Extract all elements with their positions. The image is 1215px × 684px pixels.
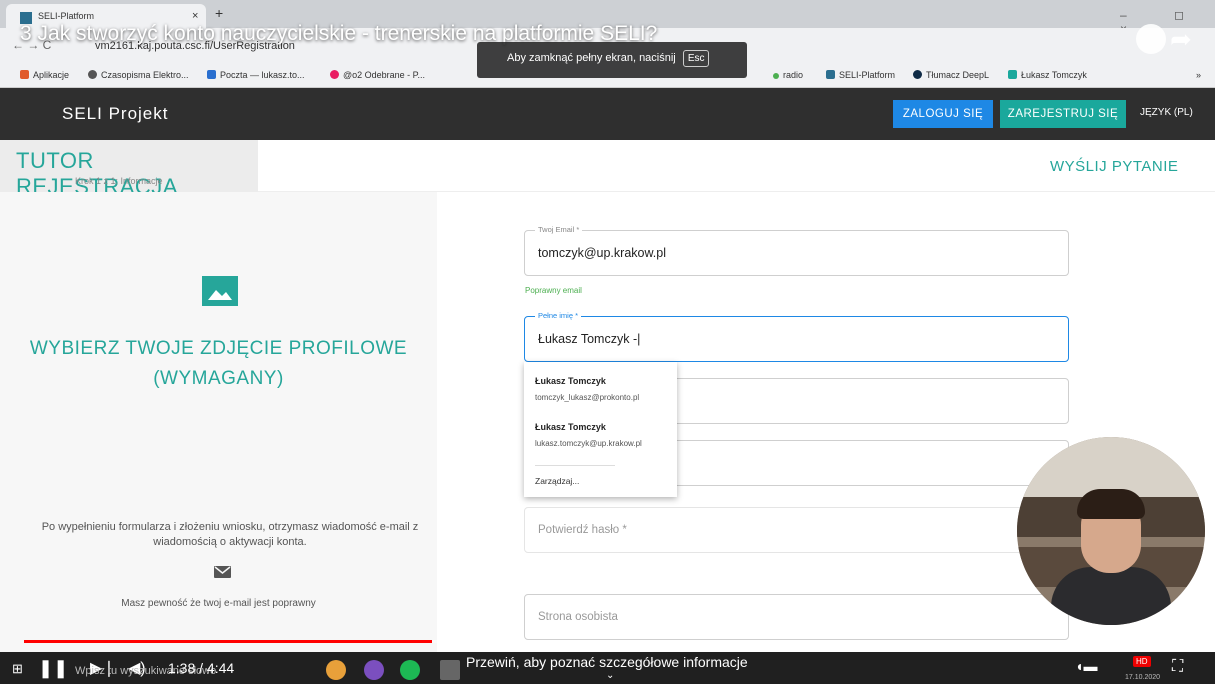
language-button[interactable]: JĘZYK (PL) — [1140, 107, 1193, 118]
chevron-down-icon[interactable]: ⌄ — [606, 670, 614, 681]
step-indicator: Krok 1 z 1: Informacje — [75, 176, 163, 186]
bookmarks-more[interactable]: » — [1196, 70, 1201, 80]
share-icon[interactable]: ➦ — [1170, 24, 1192, 55]
register-button[interactable]: ZAREJESTRUJ SIĘ — [1000, 100, 1126, 128]
cam-wall — [1017, 437, 1205, 497]
video-progress-fill — [24, 640, 433, 643]
video-controls: ⊞ ❚❚ ▶❘ ◀) Wpisz tu wyszukiwane słowo 1:… — [0, 652, 1215, 684]
email-label: Twoj Email * — [535, 225, 583, 234]
email-confirm-text: Masz pewność że twoj e-mail jest poprawn… — [121, 598, 316, 609]
bookmark-item[interactable]: Tłumacz DeepL — [913, 70, 989, 80]
email-field[interactable]: Twoj Email * tomczyk@up.krakow.pl — [524, 225, 1069, 276]
fullname-label: Pełne imię * — [535, 311, 582, 320]
website-placeholder: Strona osobista — [538, 611, 618, 623]
bookmark-item[interactable]: SELI-Platform — [826, 70, 895, 80]
fullscreen-hint: Aby zamknąć pełny ekran, naciśnij Esc — [477, 42, 747, 78]
radio-icon — [773, 73, 779, 79]
mail-icon — [214, 566, 231, 578]
confirm-password-field[interactable]: Potwierdź hasło * — [524, 507, 1069, 553]
profile-photo-panel[interactable]: WYBIERZ TWOJE ZDJĘCIE PROFILOWE (WYMAGAN… — [0, 192, 437, 652]
fullscreen-exit-icon[interactable]: ⛶ — [1172, 658, 1183, 676]
bookmark-item[interactable]: Poczta — lukasz.to... — [207, 70, 305, 80]
globe-icon — [88, 70, 97, 79]
time-display: 1:38 / 4:44 — [168, 660, 235, 676]
autofill-email[interactable]: lukasz.tomczyk@up.krakow.pl — [535, 439, 642, 448]
chrome-icon[interactable] — [326, 660, 346, 680]
app-icon[interactable] — [440, 660, 460, 680]
autofill-manage[interactable]: Zarządzaj... — [535, 476, 579, 486]
fullname-field[interactable]: Pełne imię * Łukasz Tomczyk -| — [524, 311, 1069, 362]
title-box: TUTOR REJESTRACJA Krok 1 z 1: Informacje — [0, 140, 258, 199]
tab-title: SELI-Platform — [38, 11, 95, 21]
mail-bookmark-icon — [207, 70, 216, 79]
autofill-email[interactable]: tomczyk_lukasz@prokonto.pl — [535, 393, 639, 402]
hd-badge: HD — [1133, 656, 1151, 667]
confirm-password-placeholder: Potwierdź hasło * — [538, 524, 627, 536]
login-button[interactable]: ZALOGUJ SIĘ — [893, 100, 993, 128]
spotify-icon[interactable] — [400, 660, 420, 680]
bookmark-item[interactable]: Czasopisma Elektro... — [88, 70, 189, 80]
photo-title: WYBIERZ TWOJE ZDJĘCIE PROFILOWE (WYMAGAN… — [29, 338, 408, 389]
seli-icon — [826, 70, 835, 79]
email-helper: Poprawny email — [525, 286, 582, 295]
tray-date: 17.10.2020 — [1125, 674, 1161, 681]
webcam-overlay — [1017, 437, 1205, 625]
autofill-dropdown[interactable]: Łukasz Tomczyk tomczyk_lukasz@prokonto.p… — [524, 362, 677, 497]
esc-key: Esc — [682, 50, 710, 67]
bookmark-item[interactable]: Aplikacje — [20, 70, 69, 80]
pause-icon[interactable]: ❚❚ — [38, 658, 68, 679]
bookmark-item[interactable]: @o2 Odebrane - P... — [330, 70, 425, 80]
new-tab-button[interactable]: + — [215, 5, 223, 21]
o2-icon — [330, 70, 339, 79]
video-progress-bar[interactable] — [24, 640, 1200, 643]
app-header: SELI Projekt ZALOGUJ SIĘ ZAREJESTRUJ SIĘ… — [0, 88, 1215, 140]
divider — [535, 465, 615, 466]
clock-icon[interactable] — [1136, 24, 1166, 54]
email-value: tomczyk@up.krakow.pl — [538, 246, 667, 260]
viber-icon[interactable] — [364, 660, 384, 680]
autofill-name[interactable]: Łukasz Tomczyk — [535, 376, 606, 386]
subheader: TUTOR REJESTRACJA Krok 1 z 1: Informacje… — [0, 140, 1215, 199]
profile-icon — [1008, 70, 1017, 79]
windows-icon[interactable]: ⊞ — [12, 661, 23, 677]
bookmark-item[interactable]: Łukasz Tomczyk — [1008, 70, 1087, 80]
cam-person-body — [1051, 567, 1171, 625]
fullname-value: Łukasz Tomczyk -| — [538, 332, 641, 346]
captions-icon[interactable]: ◖▬ — [1075, 658, 1097, 674]
seek-hint: Przewiń, aby poznać szczegółowe informac… — [466, 654, 748, 670]
website-field[interactable]: Strona osobista — [524, 594, 1069, 640]
autofill-name[interactable]: Łukasz Tomczyk — [535, 422, 606, 432]
deepl-icon — [913, 70, 922, 79]
bookmark-item[interactable]: radio — [773, 70, 803, 80]
apps-icon — [20, 70, 29, 79]
brand[interactable]: SELI Projekt — [62, 104, 169, 124]
activation-info: Po wypełnieniu formularza i złożeniu wni… — [41, 521, 419, 548]
tab-close-icon[interactable]: × — [192, 10, 198, 22]
send-question-link[interactable]: WYŚLIJ PYTANIE — [1050, 158, 1178, 175]
screen: SELI-Platform × + – ◻ × ← → C vm2161.kaj… — [0, 0, 1215, 684]
cam-person-hair — [1077, 489, 1145, 519]
image-icon[interactable] — [202, 276, 238, 306]
